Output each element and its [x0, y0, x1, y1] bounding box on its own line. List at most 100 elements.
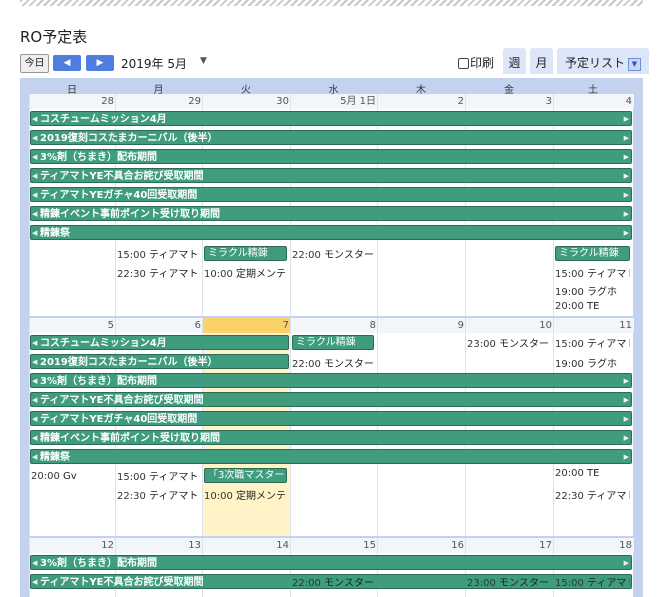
- day-cell[interactable]: 28: [29, 94, 116, 316]
- timed-event[interactable]: 22:30 ティアマト: [117, 487, 199, 502]
- left-continue-arrow-icon: ◀: [32, 210, 38, 218]
- right-continue-arrow-icon: ▶: [623, 434, 629, 442]
- day-cell[interactable]: 6: [115, 318, 203, 536]
- day-cell[interactable]: 9: [377, 318, 466, 536]
- event-bar[interactable]: ◀ ティアマトYEガチャ40回受取期間 ▶: [30, 187, 632, 202]
- timed-event[interactable]: 19:00 ラグホ: [555, 283, 630, 298]
- event-bar[interactable]: ◀ 精錬イベント事前ポイント受け取り期間 ▶: [30, 206, 632, 221]
- right-continue-arrow-icon: ▶: [623, 396, 629, 404]
- month-dropdown-icon[interactable]: ▼: [200, 56, 207, 66]
- timed-event[interactable]: 22:30 ティアマト: [555, 487, 630, 502]
- tab-week[interactable]: 週: [503, 48, 526, 74]
- next-month-button[interactable]: ▶: [86, 55, 114, 71]
- day-cell[interactable]: 3: [465, 94, 554, 316]
- timed-event[interactable]: 20:00 TE: [555, 301, 630, 312]
- day-number[interactable]: 8: [291, 318, 378, 333]
- timed-event[interactable]: 22:00 モンスター: [292, 246, 374, 261]
- event-bar[interactable]: ◀ 精錬祭 ▶: [30, 449, 632, 464]
- timed-event[interactable]: 15:00 ティアマト: [555, 574, 630, 589]
- timed-event[interactable]: 22:30 ティアマト: [117, 265, 199, 280]
- event-bar[interactable]: ◀ 2019復刻コスたまカーニバル（後半） ▶: [30, 130, 632, 145]
- next-arrow-icon: ▶: [96, 58, 104, 68]
- event-bar[interactable]: ◀ 3%剤（ちまき）配布期間 ▶: [30, 555, 632, 570]
- day-number[interactable]: 4: [554, 94, 634, 109]
- month-label[interactable]: 2019年 5月: [121, 55, 187, 72]
- timed-event[interactable]: 22:00 モンスター: [292, 355, 374, 370]
- day-number[interactable]: 17: [466, 538, 554, 553]
- event-time: 20:00: [555, 468, 584, 479]
- event-bar[interactable]: ◀ コスチュームミッション4月: [30, 335, 289, 350]
- event-bar-label: 3%剤（ちまき）配布期間: [40, 376, 157, 387]
- timed-event[interactable]: 22:00 モンスター: [292, 574, 374, 589]
- event-bar[interactable]: ◀ 3%剤（ちまき）配布期間 ▶: [30, 149, 632, 164]
- day-cell[interactable]: 11: [553, 318, 634, 536]
- event-bar[interactable]: ◀ ティアマトYE不具合お詫び受取期間 ▶: [30, 392, 632, 407]
- day-number[interactable]: 6: [116, 318, 203, 333]
- timed-event[interactable]: 15:00 ティアマト: [555, 265, 630, 280]
- day-cell[interactable]: 30: [202, 94, 291, 316]
- day-cell[interactable]: 5: [29, 318, 116, 536]
- day-number[interactable]: 7: [203, 318, 291, 333]
- day-number[interactable]: 18: [554, 538, 634, 553]
- timed-event[interactable]: 20:00 Gv: [31, 471, 112, 482]
- timed-event[interactable]: 23:00 モンスター: [467, 574, 550, 589]
- timed-event[interactable]: 23:00 モンスター: [467, 335, 550, 350]
- left-continue-arrow-icon: ◀: [32, 559, 38, 567]
- timed-event[interactable]: 10:00 定期メンテ: [204, 487, 287, 502]
- day-cell[interactable]: 29: [115, 94, 203, 316]
- day-number[interactable]: 15: [291, 538, 378, 553]
- day-number[interactable]: 5: [30, 318, 116, 333]
- event-chip[interactable]: ミラクル精錬: [555, 246, 630, 261]
- right-continue-arrow-icon: ▶: [623, 210, 629, 218]
- event-bar[interactable]: ◀ コスチュームミッション4月 ▶: [30, 111, 632, 126]
- prev-month-button[interactable]: ◀: [53, 55, 81, 71]
- print-label: 印刷: [470, 56, 495, 70]
- timed-event[interactable]: 15:00 ティアマト: [117, 246, 199, 261]
- day-cell[interactable]: 8: [290, 318, 378, 536]
- event-bar-label: 精錬イベント事前ポイント受け取り期間: [40, 209, 220, 220]
- event-bar-label: 精錬イベント事前ポイント受け取り期間: [40, 433, 220, 444]
- day-number[interactable]: 14: [203, 538, 291, 553]
- tab-month[interactable]: 月: [530, 48, 553, 74]
- timed-event[interactable]: 15:00 ティアマト: [555, 335, 630, 350]
- event-bar-label: ティアマトYE不具合お詫び受取期間: [40, 171, 204, 182]
- event-chip[interactable]: ミラクル精錬: [292, 335, 374, 350]
- today-button[interactable]: 今日: [20, 54, 49, 73]
- week-row: 28 29 30 5月 1日 2 3 4 ◀ コスチュームミッション4月 ▶ ◀ 2019復刻コスたま…: [29, 94, 634, 316]
- dow-header: 水: [328, 85, 339, 96]
- day-number[interactable]: 9: [378, 318, 466, 333]
- day-number[interactable]: 5月 1日: [291, 94, 378, 109]
- day-number[interactable]: 2: [378, 94, 466, 109]
- day-number[interactable]: 30: [203, 94, 291, 109]
- day-cell[interactable]: 10: [465, 318, 554, 536]
- day-number[interactable]: 28: [30, 94, 116, 109]
- event-bar[interactable]: ◀ 3%剤（ちまき）配布期間 ▶: [30, 373, 632, 388]
- tab-agenda[interactable]: 予定リスト ▼: [557, 48, 649, 74]
- timed-event[interactable]: 10:00 定期メンテ: [204, 265, 287, 280]
- day-number[interactable]: 10: [466, 318, 554, 333]
- timed-event[interactable]: 15:00 ティアマト: [117, 468, 199, 483]
- event-bar[interactable]: ◀ 精錬祭 ▶: [30, 225, 632, 240]
- event-time: 15:00: [555, 578, 584, 589]
- event-bar[interactable]: ◀ ティアマトYE不具合お詫び受取期間 ▶: [30, 168, 632, 183]
- event-bar[interactable]: ◀ 精錬イベント事前ポイント受け取り期間 ▶: [30, 430, 632, 445]
- timed-event[interactable]: 20:00 TE: [555, 468, 630, 479]
- day-number[interactable]: 12: [30, 538, 116, 553]
- day-number[interactable]: 16: [378, 538, 466, 553]
- timed-event[interactable]: 19:00 ラグホ: [555, 355, 630, 370]
- day-cell[interactable]: 2: [377, 94, 466, 316]
- event-chip[interactable]: ミラクル精錬: [204, 246, 287, 261]
- agenda-dropdown-icon[interactable]: ▼: [628, 58, 641, 71]
- day-cell[interactable]: 5月 1日: [290, 94, 378, 316]
- event-chip[interactable]: 「3次職マスター: [204, 468, 287, 483]
- event-bar[interactable]: ◀ ティアマトYEガチャ40回受取期間 ▶: [30, 411, 632, 426]
- day-number[interactable]: 3: [466, 94, 554, 109]
- event-title: ティアマト: [587, 491, 630, 502]
- left-continue-arrow-icon: ◀: [32, 396, 38, 404]
- day-number[interactable]: 13: [116, 538, 203, 553]
- print-button[interactable]: 印刷: [458, 54, 494, 71]
- event-bar[interactable]: ◀ 2019復刻コスたまカーニバル（後半）: [30, 354, 289, 369]
- today-cell[interactable]: 7: [202, 318, 291, 536]
- day-number[interactable]: 11: [554, 318, 634, 333]
- day-number[interactable]: 29: [116, 94, 203, 109]
